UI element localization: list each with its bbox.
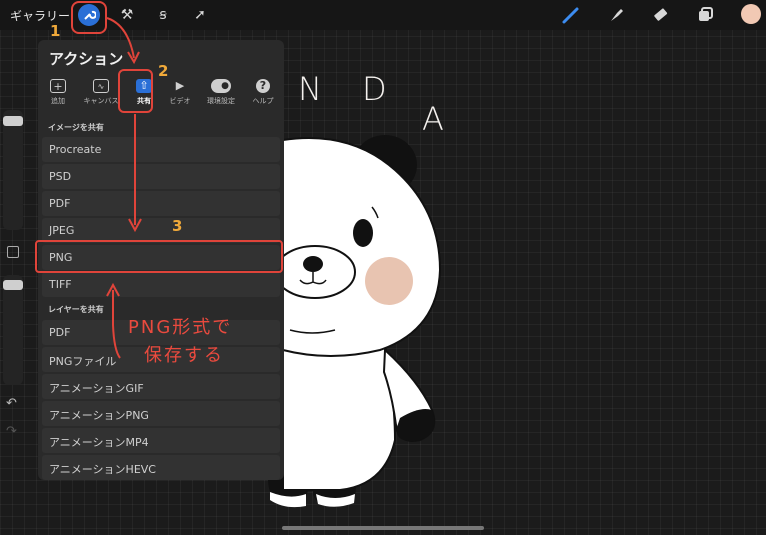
step-2-label: 2: [158, 62, 169, 80]
note-line-2: 保存する: [144, 345, 224, 366]
step-1-label: 1: [50, 22, 61, 40]
home-indicator: [282, 526, 484, 530]
note-line-1: PNG形式で: [128, 317, 233, 338]
step-3-label: 3: [172, 217, 183, 235]
annotation-arrows: [106, 17, 142, 359]
